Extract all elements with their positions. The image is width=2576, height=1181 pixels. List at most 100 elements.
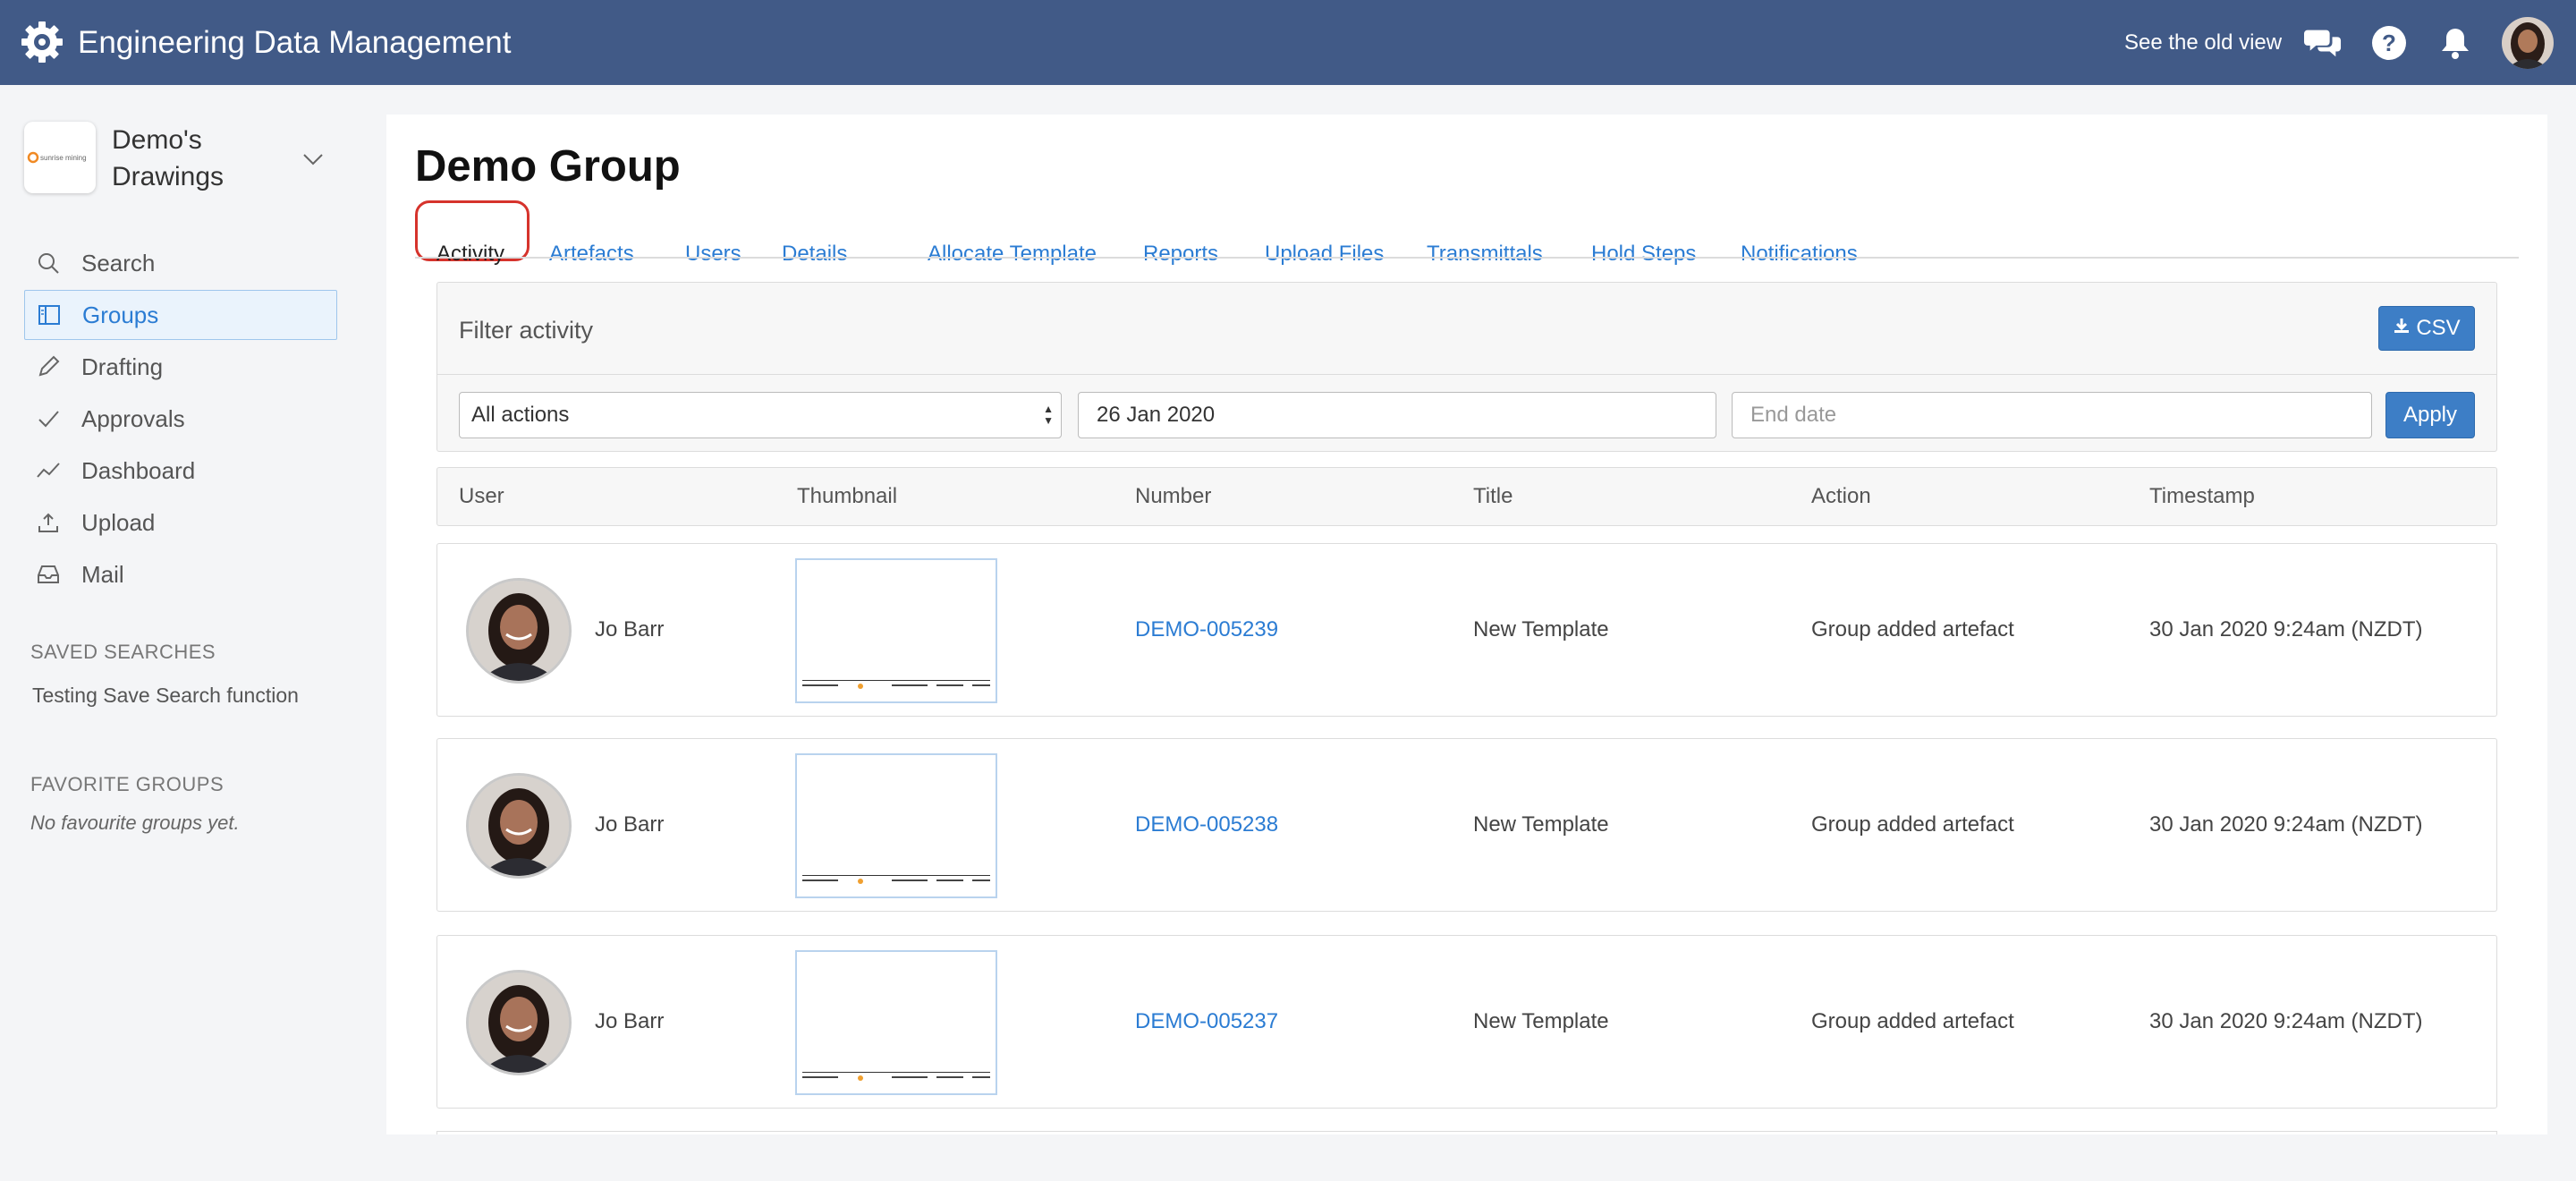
sidebar-item-mail[interactable]: Mail (24, 549, 337, 599)
artefact-number-link[interactable]: DEMO-005238 (1135, 739, 1278, 911)
title-block (802, 680, 990, 696)
artefact-number-link[interactable]: DEMO-005239 (1135, 544, 1278, 716)
tab-reports[interactable]: Reports (1143, 242, 1218, 267)
sidebar-item-label: Dashboard (81, 456, 196, 484)
column-header-timestamp: Timestamp (2149, 484, 2255, 508)
user-avatar (466, 578, 572, 684)
user-name: Jo Barr (595, 617, 665, 641)
old-view-link[interactable]: See the old view (2124, 0, 2282, 85)
column-header-number: Number (1135, 484, 1212, 508)
column-header-action: Action (1811, 484, 1871, 508)
user-name: Jo Barr (595, 1009, 665, 1033)
sidebar-item-approvals[interactable]: Approvals (24, 394, 337, 444)
sidebar-item-label: Upload (81, 508, 156, 536)
top-bar: Engineering Data Management See the old … (0, 0, 2576, 85)
tab-hold-steps[interactable]: Hold Steps (1591, 242, 1696, 267)
chat-icon[interactable] (2304, 24, 2342, 62)
drawing-thumbnail[interactable] (795, 558, 997, 703)
pencil-icon (35, 353, 62, 380)
action-text: Group added artefact (1811, 812, 2014, 837)
end-date-input[interactable]: End date (1732, 392, 2372, 438)
tab-artefacts[interactable]: Artefacts (549, 242, 634, 267)
filter-panel: Filter activity CSV All actions ▲ ▼ 26 Ja… (436, 282, 2497, 452)
next-row-edge (436, 1131, 2497, 1134)
main-panel: Demo Group Activity Artefacts Users Deta… (386, 115, 2547, 1134)
sidebar-item-label: Drafting (81, 353, 164, 380)
timestamp: 30 Jan 2020 9:24am (NZDT) (2149, 617, 2423, 641)
org-switcher[interactable]: sunrise mining Demo's Drawings (24, 122, 337, 197)
csv-download-button[interactable]: CSV (2378, 306, 2475, 351)
user-avatar (466, 773, 572, 879)
table-row[interactable]: Jo Barr DEMO-005237 New Template Group a… (436, 935, 2497, 1109)
artefact-title: New Template (1473, 1009, 1609, 1033)
action-text: Group added artefact (1811, 617, 2014, 641)
sidebar-item-search[interactable]: Search (24, 238, 337, 288)
sidebar-nav: Search Groups Drafting Approvals Dashboa… (24, 238, 337, 601)
action-select[interactable]: All actions ▲ ▼ (459, 392, 1062, 438)
timestamp: 30 Jan 2020 9:24am (NZDT) (2149, 812, 2423, 837)
tab-bar: Activity Artefacts Users Details Allocat… (415, 115, 2519, 288)
sidebar-item-label: Approvals (81, 404, 185, 432)
sidebar-item-label: Search (81, 249, 156, 276)
favorite-groups-empty: No favourite groups yet. (30, 811, 240, 834)
apply-button[interactable]: Apply (2385, 392, 2475, 438)
artefact-title: New Template (1473, 812, 1609, 837)
artefact-title: New Template (1473, 617, 1609, 641)
user-avatar (466, 970, 572, 1075)
tab-details[interactable]: Details (782, 242, 847, 267)
chart-line-icon (35, 457, 62, 484)
search-icon (35, 250, 62, 276)
tab-upload-files[interactable]: Upload Files (1265, 242, 1384, 267)
user-name: Jo Barr (595, 812, 665, 837)
drawing-thumbnail[interactable] (795, 753, 997, 898)
timestamp: 30 Jan 2020 9:24am (NZDT) (2149, 1009, 2423, 1033)
saved-searches-heading: SAVED SEARCHES (30, 641, 216, 663)
help-icon[interactable]: ? (2370, 24, 2408, 62)
table-row[interactable]: Jo Barr DEMO-005239 New Template Group a… (436, 543, 2497, 717)
org-name: Demo's Drawings (112, 125, 225, 191)
bell-icon[interactable] (2436, 24, 2474, 62)
sidebar-item-label: Groups (82, 301, 159, 328)
select-arrows-icon: ▲ ▼ (1043, 403, 1054, 427)
groups-icon (36, 302, 63, 328)
user-avatar[interactable] (2502, 17, 2554, 69)
svg-text:sunrise mining: sunrise mining (40, 154, 87, 162)
tab-activity[interactable]: Activity (436, 242, 504, 267)
sidebar-item-dashboard[interactable]: Dashboard (24, 446, 337, 496)
sidebar-item-label: Mail (81, 560, 124, 588)
favorite-groups-heading: FAVORITE GROUPS (30, 773, 225, 795)
drawing-thumbnail[interactable] (795, 950, 997, 1095)
tab-users[interactable]: Users (685, 242, 741, 267)
title-block (802, 1072, 990, 1088)
column-header-thumbnail: Thumbnail (797, 484, 898, 508)
saved-search-link[interactable]: Testing Save Search function (32, 684, 299, 708)
table-row[interactable]: Jo Barr DEMO-005238 New Template Group a… (436, 738, 2497, 912)
start-date-input[interactable]: 26 Jan 2020 (1078, 392, 1716, 438)
artefact-number-link[interactable]: DEMO-005237 (1135, 936, 1278, 1108)
app-title: Engineering Data Management (78, 25, 512, 60)
action-text: Group added artefact (1811, 1009, 2014, 1033)
column-header-user: User (459, 484, 504, 508)
org-logo: sunrise mining (24, 122, 96, 193)
csv-label: CSV (2416, 316, 2461, 340)
tab-transmittals[interactable]: Transmittals (1427, 242, 1543, 267)
gear-logo-icon[interactable] (20, 20, 64, 64)
sidebar-item-groups[interactable]: Groups (24, 290, 337, 340)
table-header: User Thumbnail Number Title Action Times… (436, 467, 2497, 526)
check-icon (35, 405, 62, 432)
tab-allocate-template[interactable]: Allocate Template (928, 242, 1097, 267)
action-select-value: All actions (471, 403, 570, 427)
tab-divider (415, 257, 2519, 259)
upload-icon (35, 509, 62, 536)
download-icon (2393, 316, 2411, 341)
chevron-down-icon[interactable] (297, 143, 329, 175)
filter-title: Filter activity (459, 317, 594, 344)
filter-divider (437, 374, 2496, 375)
svg-text:?: ? (2382, 30, 2396, 56)
tab-notifications[interactable]: Notifications (1741, 242, 1858, 267)
title-block (802, 875, 990, 891)
sidebar-item-upload[interactable]: Upload (24, 497, 337, 548)
column-header-title: Title (1473, 484, 1513, 508)
inbox-icon (35, 561, 62, 588)
sidebar-item-drafting[interactable]: Drafting (24, 342, 337, 392)
